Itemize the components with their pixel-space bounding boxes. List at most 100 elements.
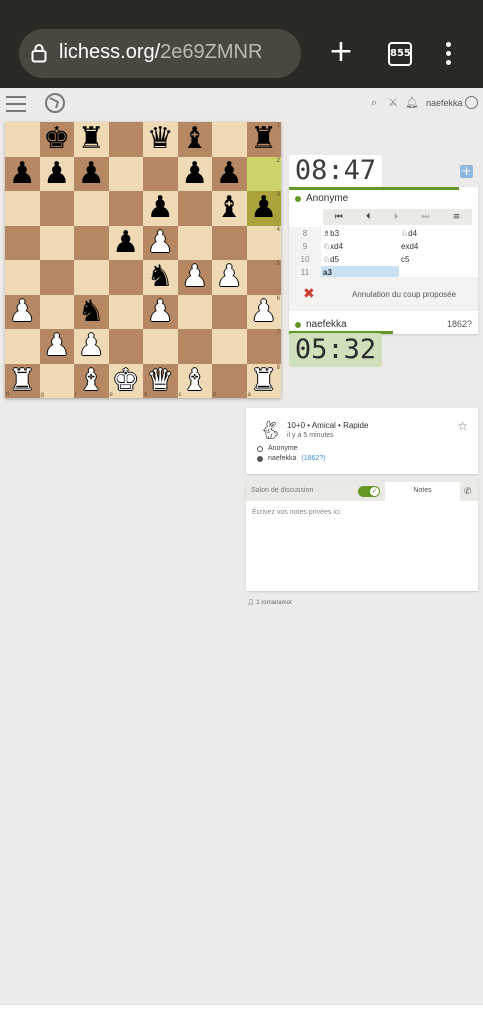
board-square[interactable]: ♚ e: [108, 363, 143, 398]
white-pawn-icon[interactable]: ♟: [147, 227, 174, 258]
board-square[interactable]: [177, 225, 212, 260]
board-square[interactable]: [74, 225, 109, 260]
board-square[interactable]: ♞: [74, 294, 109, 329]
board-square[interactable]: [5, 191, 40, 226]
board-square[interactable]: ♝ c: [177, 363, 212, 398]
white-pawn-icon[interactable]: ♟: [181, 262, 208, 292]
black-pawn-icon[interactable]: ♟: [9, 158, 36, 189]
black-rook-icon[interactable]: ♜: [250, 124, 277, 154]
header-username[interactable]: naefekka: [426, 98, 463, 108]
white-pawn-icon[interactable]: ♟: [78, 331, 105, 361]
white-pawn-icon[interactable]: ♟: [43, 331, 70, 361]
board-square[interactable]: ♟: [212, 156, 247, 191]
board-square[interactable]: [108, 156, 143, 191]
chat-toggle[interactable]: ✓: [358, 486, 380, 497]
board-square[interactable]: [212, 294, 247, 329]
black-rook-icon[interactable]: ♜: [78, 124, 105, 154]
white-pawn-icon[interactable]: ♟: [216, 262, 243, 292]
board-square[interactable]: [108, 294, 143, 329]
black-move[interactable]: exd4: [399, 240, 477, 253]
black-player[interactable]: naefekka (1862?): [257, 455, 326, 462]
first-move-icon[interactable]: ⏮: [335, 212, 343, 222]
board-square[interactable]: [39, 191, 74, 226]
spectator-name[interactable]: romanamor: [261, 600, 292, 606]
board-square[interactable]: ♟: [177, 156, 212, 191]
board-square[interactable]: ♟: [5, 294, 40, 329]
board-square[interactable]: ♟: [143, 225, 178, 260]
white-bishop-icon[interactable]: ♝: [181, 365, 208, 396]
lichess-logo[interactable]: [44, 92, 66, 114]
board-square[interactable]: ♝ f: [74, 363, 109, 398]
board-square[interactable]: ♟ 6: [246, 294, 281, 329]
board-square[interactable]: ♟: [39, 329, 74, 364]
hamburger-icon[interactable]: [6, 96, 26, 112]
board-square[interactable]: [39, 225, 74, 260]
black-pawn-icon[interactable]: ♟: [112, 227, 139, 258]
white-rook-icon[interactable]: ♜: [250, 365, 277, 396]
board-square[interactable]: ♟: [143, 294, 178, 329]
black-queen-icon[interactable]: ♛: [147, 124, 174, 154]
menu-icon[interactable]: ≡: [453, 212, 461, 222]
board-square[interactable]: ♟: [177, 260, 212, 295]
board-square[interactable]: ♜: [74, 122, 109, 157]
user-icon[interactable]: [465, 96, 478, 109]
board-square[interactable]: [177, 191, 212, 226]
board-square[interactable]: [177, 329, 212, 364]
board-square[interactable]: [212, 122, 247, 157]
board-square[interactable]: ♟: [212, 260, 247, 295]
black-move[interactable]: ♘d4: [399, 227, 477, 240]
board-square[interactable]: ♜ 8 a: [246, 363, 281, 398]
board-square[interactable]: ♛ d: [143, 363, 178, 398]
next-move-icon[interactable]: ⏵: [394, 212, 399, 222]
board-square[interactable]: [5, 122, 40, 157]
board-square[interactable]: [5, 329, 40, 364]
board-square[interactable]: ♝: [177, 122, 212, 157]
board-square[interactable]: ♚: [39, 122, 74, 157]
white-move[interactable]: ♘xd4: [321, 240, 399, 253]
white-pawn-icon[interactable]: ♟: [147, 296, 174, 327]
board-square[interactable]: [74, 260, 109, 295]
board-square[interactable]: ♟: [143, 191, 178, 226]
board-square[interactable]: [39, 260, 74, 295]
white-queen-icon[interactable]: ♛: [147, 365, 174, 396]
board-square[interactable]: ♜ h: [5, 363, 40, 398]
bottom-player[interactable]: naefekka: [295, 319, 347, 330]
give-time-button[interactable]: +: [460, 165, 473, 178]
prev-move-icon[interactable]: ⏴: [366, 212, 371, 222]
board-square[interactable]: ♞: [143, 260, 178, 295]
board-square[interactable]: ♟: [108, 225, 143, 260]
board-square[interactable]: ♟ 3: [246, 191, 281, 226]
board-square[interactable]: 4: [246, 225, 281, 260]
black-bishop-icon[interactable]: ♝: [216, 193, 243, 223]
black-knight-icon[interactable]: ♞: [78, 296, 105, 327]
last-move-icon[interactable]: ⏭: [421, 212, 429, 222]
notes-textarea[interactable]: Écrivez vos notes privées ici: [252, 509, 340, 516]
tab-notes[interactable]: Notes: [385, 482, 460, 501]
white-move[interactable]: ♘d5: [321, 253, 399, 266]
board-square[interactable]: ♛: [143, 122, 178, 157]
url-bar[interactable]: lichess.org/2e69ZMNR: [19, 29, 301, 78]
black-move[interactable]: c5: [399, 253, 477, 266]
star-icon[interactable]: ☆: [457, 419, 468, 433]
top-player[interactable]: Anonyme: [295, 193, 348, 204]
board-square[interactable]: [108, 329, 143, 364]
board-square[interactable]: [143, 156, 178, 191]
board-square[interactable]: [74, 191, 109, 226]
board-square[interactable]: ♟: [74, 329, 109, 364]
board-square[interactable]: [177, 294, 212, 329]
black-pawn-icon[interactable]: ♟: [147, 193, 174, 223]
decline-icon[interactable]: ✖: [303, 287, 315, 301]
board-square[interactable]: [143, 329, 178, 364]
white-move[interactable]: ♗b3: [321, 227, 399, 240]
board-square[interactable]: [5, 260, 40, 295]
board-square[interactable]: [5, 225, 40, 260]
black-pawn-icon[interactable]: ♟: [250, 193, 277, 223]
board-square[interactable]: [39, 294, 74, 329]
board-square[interactable]: ♟: [74, 156, 109, 191]
white-king-icon[interactable]: ♚: [112, 365, 139, 396]
white-pawn-icon[interactable]: ♟: [9, 296, 36, 327]
black-king-icon[interactable]: ♚: [43, 124, 70, 154]
black-bishop-icon[interactable]: ♝: [181, 124, 208, 154]
tab-count-button[interactable]: 855: [388, 42, 412, 66]
black-pawn-icon[interactable]: ♟: [181, 158, 208, 189]
